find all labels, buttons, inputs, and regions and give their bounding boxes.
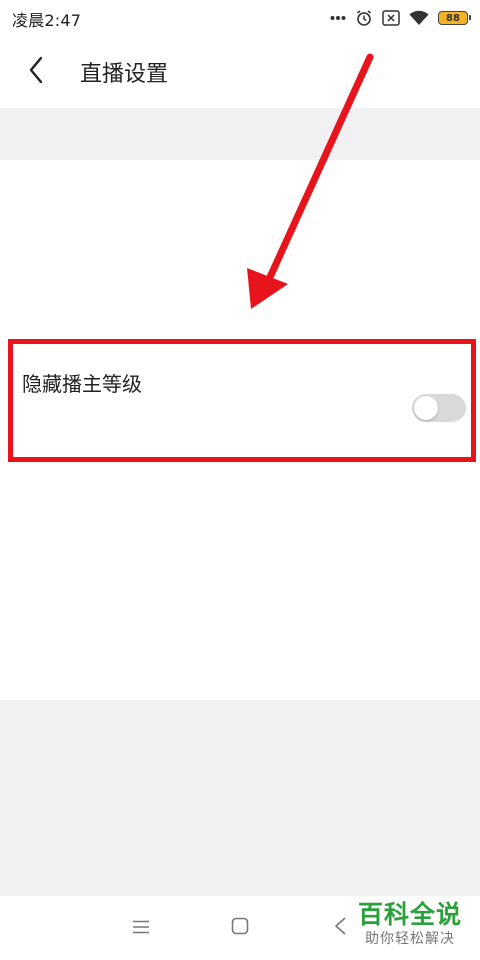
menu-button[interactable] (127, 914, 155, 942)
back-button[interactable] (16, 52, 56, 92)
battery-icon: 88 (438, 11, 471, 25)
chevron-left-icon (28, 56, 44, 88)
wifi-icon (409, 10, 429, 26)
status-bar: 凌晨2:47 88 (0, 0, 480, 36)
app-header: 直播设置 (0, 36, 480, 108)
page-title: 直播设置 (80, 62, 169, 87)
sim-x-icon (382, 10, 400, 26)
status-time: 凌晨2:47 (12, 11, 82, 30)
watermark-tagline: 助你轻松解决 (365, 931, 455, 947)
empty-area (0, 700, 480, 896)
setting-label: 隐藏播主等级 (22, 372, 142, 396)
setting-row-hide-anchor-level: 隐藏播主等级 (0, 338, 480, 462)
alarm-icon (355, 9, 373, 27)
back-triangle-icon (333, 916, 347, 940)
home-square-icon (231, 917, 249, 939)
status-icons: 88 (330, 7, 471, 29)
watermark-brand: 百科全说 (357, 900, 462, 929)
menu-icon (132, 919, 150, 938)
more-dots-icon (330, 15, 346, 21)
section-divider (0, 108, 480, 160)
hide-anchor-level-toggle[interactable] (412, 394, 466, 422)
toggle-knob (414, 396, 438, 420)
home-button[interactable] (226, 914, 254, 942)
watermark: 百科全说 助你轻松解决 (350, 896, 470, 956)
